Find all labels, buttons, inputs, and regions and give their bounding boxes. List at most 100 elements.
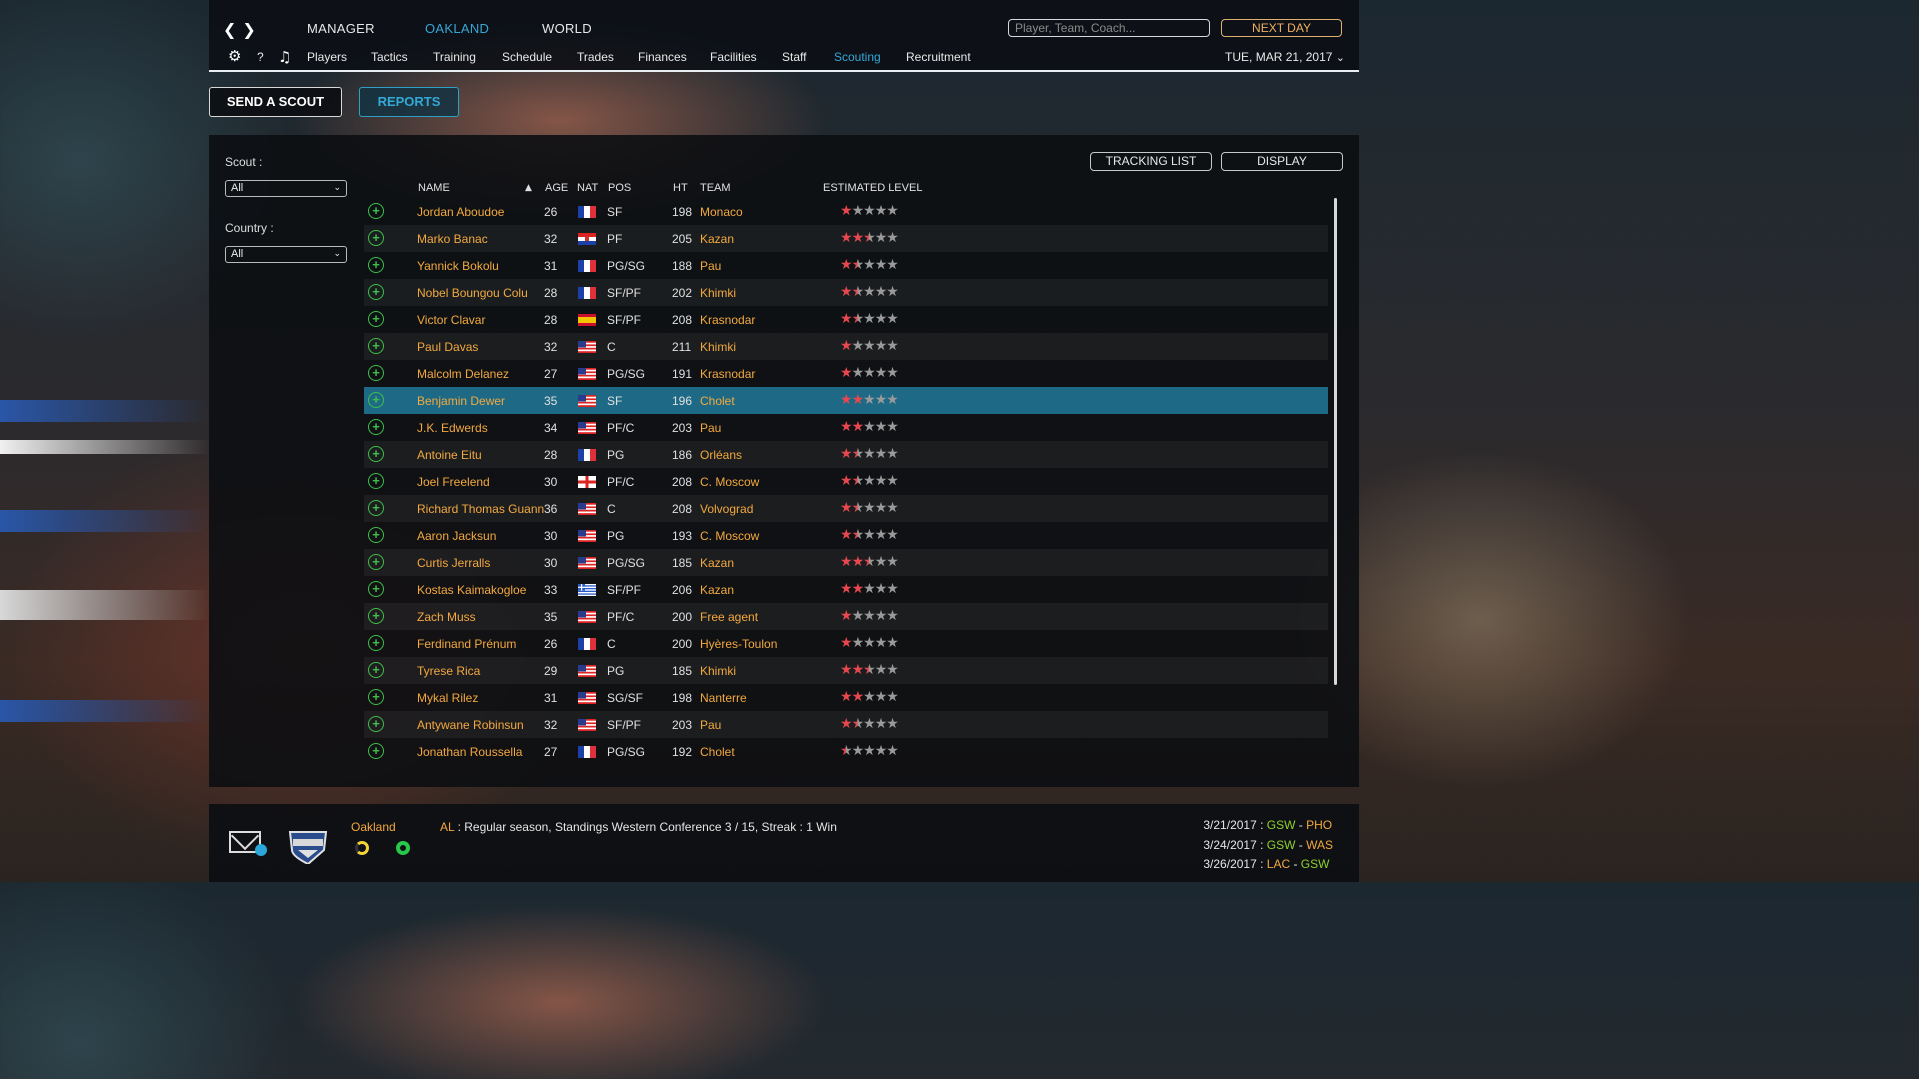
player-name[interactable]: Malcolm Delanez bbox=[417, 367, 509, 381]
add-to-tracking-icon[interactable]: + bbox=[368, 284, 384, 300]
col-age[interactable]: AGE bbox=[545, 182, 568, 194]
player-team[interactable]: Monaco bbox=[700, 205, 743, 219]
add-to-tracking-icon[interactable]: + bbox=[368, 230, 384, 246]
game-row[interactable]: 3/24/2017 : GSW - WAS bbox=[1203, 836, 1333, 856]
player-row[interactable]: + Richard Thomas Guann 36 C 208 Volvograd ★★★★… bbox=[364, 495, 1328, 522]
player-team[interactable]: Khimki bbox=[700, 664, 736, 678]
col-team[interactable]: TEAM bbox=[700, 182, 731, 194]
nav-facilities[interactable]: Facilities bbox=[710, 50, 757, 64]
add-to-tracking-icon[interactable]: + bbox=[368, 473, 384, 489]
music-icon[interactable]: ♫ bbox=[278, 48, 291, 66]
player-row[interactable]: + Antoine Eitu 28 PG 186 Orléans ★★★★★ bbox=[364, 441, 1328, 468]
add-to-tracking-icon[interactable]: + bbox=[368, 743, 384, 759]
player-name[interactable]: Curtis Jerralls bbox=[417, 556, 490, 570]
nav-trades[interactable]: Trades bbox=[577, 50, 614, 64]
player-name[interactable]: Jordan Aboudoe bbox=[417, 205, 504, 219]
player-name[interactable]: Victor Clavar bbox=[417, 313, 485, 327]
add-to-tracking-icon[interactable]: + bbox=[368, 203, 384, 219]
player-team[interactable]: Volvograd bbox=[700, 502, 753, 516]
game-row[interactable]: 3/26/2017 : LAC - GSW bbox=[1203, 855, 1333, 875]
player-team[interactable]: C. Moscow bbox=[700, 475, 759, 489]
add-to-tracking-icon[interactable]: + bbox=[368, 581, 384, 597]
nav-scouting[interactable]: Scouting bbox=[834, 50, 881, 64]
player-name[interactable]: Marko Banac bbox=[417, 232, 488, 246]
search-input[interactable] bbox=[1008, 19, 1210, 37]
add-to-tracking-icon[interactable]: + bbox=[368, 554, 384, 570]
player-team[interactable]: Khimki bbox=[700, 286, 736, 300]
player-name[interactable]: Richard Thomas Guann bbox=[417, 502, 544, 516]
col-pos[interactable]: POS bbox=[608, 182, 631, 194]
tab-manager[interactable]: MANAGER bbox=[307, 21, 375, 36]
player-name[interactable]: Ferdinand Prénum bbox=[417, 637, 516, 651]
next-day-button[interactable]: NEXT DAY bbox=[1221, 19, 1342, 37]
nav-training[interactable]: Training bbox=[433, 50, 476, 64]
player-name[interactable]: Mykal Rilez bbox=[417, 691, 478, 705]
player-row[interactable]: + Jonathan Roussella 27 PG/SG 192 Cholet ★★★★★ bbox=[364, 738, 1328, 765]
add-to-tracking-icon[interactable]: + bbox=[368, 500, 384, 516]
nav-recruitment[interactable]: Recruitment bbox=[906, 50, 971, 64]
player-team[interactable]: Pau bbox=[700, 421, 721, 435]
player-name[interactable]: Benjamin Dewer bbox=[417, 394, 505, 408]
player-name[interactable]: Tyrese Rica bbox=[417, 664, 480, 678]
player-row[interactable]: + J.K. Edwerds 34 PF/C 203 Pau ★★★★★ bbox=[364, 414, 1328, 441]
nav-tactics[interactable]: Tactics bbox=[371, 50, 408, 64]
player-row[interactable]: + Malcolm Delanez 27 PG/SG 191 Krasnodar ★★★★★ bbox=[364, 360, 1328, 387]
add-to-tracking-icon[interactable]: + bbox=[368, 608, 384, 624]
player-row[interactable]: + Yannick Bokolu 31 PG/SG 188 Pau ★★★★★ bbox=[364, 252, 1328, 279]
add-to-tracking-icon[interactable]: + bbox=[368, 662, 384, 678]
player-row[interactable]: + Curtis Jerralls 30 PG/SG 185 Kazan ★★★★★ bbox=[364, 549, 1328, 576]
player-row[interactable]: + Aaron Jacksun 30 PG 193 C. Moscow ★★★★★ bbox=[364, 522, 1328, 549]
player-team[interactable]: C. Moscow bbox=[700, 529, 759, 543]
add-to-tracking-icon[interactable]: + bbox=[368, 311, 384, 327]
col-estimated-level[interactable]: ESTIMATED LEVEL bbox=[823, 182, 922, 194]
player-row[interactable]: + Mykal Rilez 31 SG/SF 198 Nanterre ★★★★★ bbox=[364, 684, 1328, 711]
player-team[interactable]: Cholet bbox=[700, 394, 735, 408]
player-row[interactable]: + Tyrese Rica 29 PG 185 Khimki ★★★★★ bbox=[364, 657, 1328, 684]
gear-icon[interactable]: ⚙ bbox=[228, 47, 241, 65]
player-team[interactable]: Orléans bbox=[700, 448, 742, 462]
player-name[interactable]: Jonathan Roussella bbox=[417, 745, 522, 759]
team-logo[interactable] bbox=[286, 826, 330, 864]
history-arrows[interactable]: ❮❯ bbox=[223, 20, 262, 39]
add-to-tracking-icon[interactable]: + bbox=[368, 527, 384, 543]
nav-finances[interactable]: Finances bbox=[638, 50, 687, 64]
player-name[interactable]: Paul Davas bbox=[417, 340, 478, 354]
news-ticker[interactable]: AL : Regular season, Standings Western C… bbox=[440, 820, 837, 834]
display-button[interactable]: DISPLAY bbox=[1221, 152, 1343, 171]
player-name[interactable]: Antoine Eitu bbox=[417, 448, 482, 462]
player-name[interactable]: Nobel Boungou Colu bbox=[417, 286, 528, 300]
player-name[interactable]: Antywane Robinsun bbox=[417, 718, 524, 732]
player-row[interactable]: + Zach Muss 35 PF/C 200 Free agent ★★★★★ bbox=[364, 603, 1328, 630]
add-to-tracking-icon[interactable]: + bbox=[368, 635, 384, 651]
tab-oakland[interactable]: OAKLAND bbox=[425, 21, 489, 36]
add-to-tracking-icon[interactable]: + bbox=[368, 338, 384, 354]
nav-players[interactable]: Players bbox=[307, 50, 347, 64]
add-to-tracking-icon[interactable]: + bbox=[368, 446, 384, 462]
game-row[interactable]: 3/21/2017 : GSW - PHO bbox=[1203, 816, 1333, 836]
player-team[interactable]: Kazan bbox=[700, 556, 734, 570]
col-ht[interactable]: HT bbox=[673, 182, 688, 194]
player-row[interactable]: + Benjamin Dewer 35 SF 196 Cholet ★★★★★ bbox=[364, 387, 1328, 414]
player-row[interactable]: + Nobel Boungou Colu 28 SF/PF 202 Khimki ★★★★★ bbox=[364, 279, 1328, 306]
add-to-tracking-icon[interactable]: + bbox=[368, 392, 384, 408]
player-team[interactable]: Khimki bbox=[700, 340, 736, 354]
send-scout-button[interactable]: SEND A SCOUT bbox=[209, 87, 342, 117]
player-team[interactable]: Kazan bbox=[700, 583, 734, 597]
add-to-tracking-icon[interactable]: + bbox=[368, 689, 384, 705]
col-nat[interactable]: NAT bbox=[577, 182, 598, 194]
help-icon[interactable]: ? bbox=[257, 50, 264, 64]
player-team[interactable]: Krasnodar bbox=[700, 313, 755, 327]
col-name[interactable]: NAME bbox=[418, 182, 450, 194]
country-select[interactable]: All ⌄ bbox=[225, 246, 347, 263]
player-team[interactable]: Pau bbox=[700, 259, 721, 273]
add-to-tracking-icon[interactable]: + bbox=[368, 419, 384, 435]
tab-world[interactable]: WORLD bbox=[542, 21, 592, 36]
scrollbar[interactable] bbox=[1334, 198, 1337, 685]
player-name[interactable]: Joel Freelend bbox=[417, 475, 490, 489]
forward-arrow-icon[interactable]: ❯ bbox=[242, 20, 261, 39]
nav-staff[interactable]: Staff bbox=[782, 50, 806, 64]
player-row[interactable]: + Marko Banac 32 PF 205 Kazan ★★★★★ bbox=[364, 225, 1328, 252]
player-row[interactable]: + Antywane Robinsun 32 SF/PF 203 Pau ★★★★★ bbox=[364, 711, 1328, 738]
player-team[interactable]: Pau bbox=[700, 718, 721, 732]
reports-button[interactable]: REPORTS bbox=[359, 87, 459, 117]
